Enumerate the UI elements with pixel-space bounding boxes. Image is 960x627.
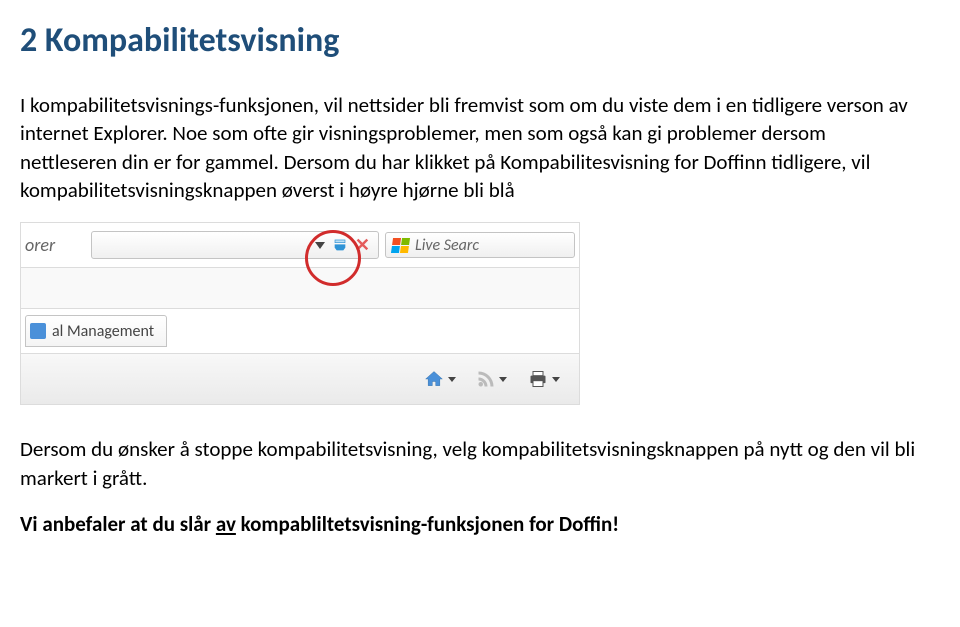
paragraph-3: Vi anbefaler at du slår av kompabliltets… [20,510,920,538]
address-bar-icons: ✕ [315,236,378,254]
browser-tab[interactable]: al Management [25,315,167,347]
browser-spacer-row [21,268,579,309]
search-box[interactable]: Live Searc [385,232,575,258]
rss-button[interactable] [469,364,515,394]
address-fragment-text: orer [21,223,85,267]
windows-flag-icon [391,238,410,253]
browser-screenshot: orer ✕ Live Searc [20,222,580,405]
tab-label: al Management [52,322,154,341]
home-button[interactable] [417,364,463,394]
p3-prefix: Vi anbefaler at du slår [20,511,216,537]
browser-toolbar [21,354,579,404]
search-placeholder: Live Searc [415,236,479,255]
document-page: 2 Kompabilitetsvisning I kompabilitetsvi… [0,0,960,596]
rss-icon [477,370,495,388]
chevron-down-icon [499,377,507,382]
chevron-down-icon [448,377,456,382]
paragraph-2: Dersom du ønsker å stoppe kompabilitetsv… [20,435,920,492]
chevron-down-icon [552,377,560,382]
home-icon [424,369,444,389]
print-icon [528,369,548,389]
close-icon[interactable]: ✕ [355,236,370,254]
browser-tab-row: al Management [21,309,579,354]
compatibility-view-icon[interactable] [331,237,349,253]
p3-av: av [216,511,236,537]
section-heading: 2 Kompabilitetsvisning [20,20,920,61]
address-bar[interactable]: ✕ [91,231,379,259]
dropdown-arrow-icon[interactable] [315,242,325,249]
print-button[interactable] [521,364,567,394]
tab-favicon [30,323,46,339]
p3-suffix: kompabliltetsvisning-funksjonen for Doff… [236,511,619,537]
paragraph-1: I kompabilitetsvisnings-funksjonen, vil … [20,91,920,204]
browser-address-row: orer ✕ Live Searc [21,223,579,268]
